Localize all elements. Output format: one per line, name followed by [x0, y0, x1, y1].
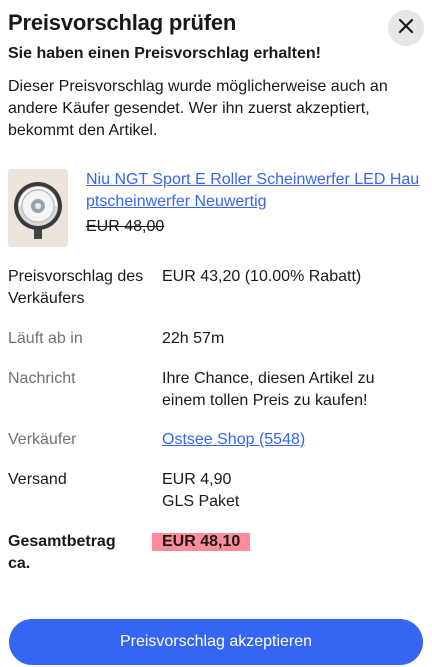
seller-label: Verkäufer: [8, 431, 77, 448]
seller-offer-value: EUR 43,20 (10.00% Rabatt): [162, 268, 362, 285]
close-button[interactable]: [388, 10, 424, 46]
seller-link[interactable]: Ostsee Shop (5548): [162, 431, 305, 448]
item-thumbnail[interactable]: [8, 169, 68, 247]
offer-subtitle: Sie haben einen Preisvorschlag erhalten!: [8, 45, 321, 62]
close-icon: [398, 18, 414, 39]
seller-offer-label: Preisvorschlag des Verkäufers: [8, 268, 144, 307]
accept-offer-button[interactable]: Preisvorschlag akzeptieren: [9, 619, 423, 665]
scooter-headlight-image: [8, 169, 68, 247]
total-label: Gesamtbetrag ca.: [8, 533, 116, 572]
expires-value: 22h 57m: [162, 330, 225, 347]
offer-info-text: Dieser Preisvorschlag wurde möglicherwei…: [8, 78, 388, 139]
shipping-method: GLS Paket: [162, 493, 240, 510]
total-value: EUR 48,10: [152, 533, 251, 551]
shipping-label: Versand: [8, 471, 67, 488]
message-value: Ihre Chance, diesen Artikel zu einem tol…: [162, 370, 375, 409]
dialog-header: Preisvorschlag prüfen: [8, 8, 424, 48]
item-title-link[interactable]: Niu NGT Sport E Roller Scheinwerfer LED …: [86, 169, 420, 213]
shipping-price: EUR 4,90: [162, 471, 232, 488]
original-price: EUR 48,00: [86, 218, 165, 235]
message-label: Nachricht: [8, 370, 76, 387]
page-title: Preisvorschlag prüfen: [8, 10, 237, 35]
item-summary: Niu NGT Sport E Roller Scheinwerfer LED …: [8, 169, 422, 249]
expires-label: Läuft ab in: [8, 330, 83, 347]
